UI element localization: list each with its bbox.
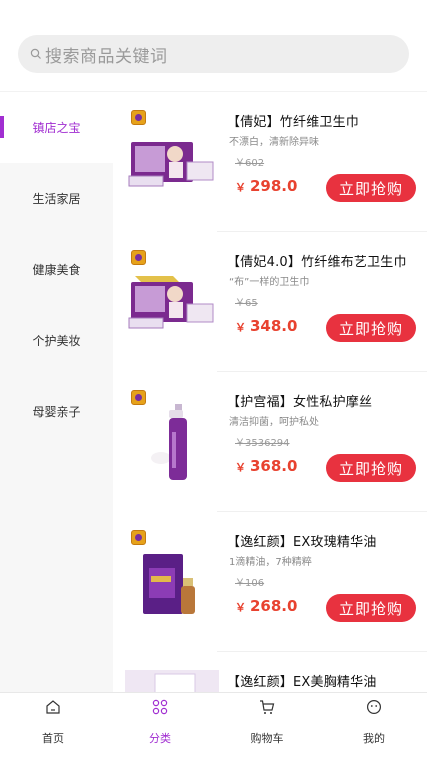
home-icon: [45, 699, 61, 717]
product-image[interactable]: [127, 272, 217, 336]
brand-badge-icon: [131, 530, 146, 545]
product-card[interactable]: 【逸红颜】EX玫瑰精华油 1滴精油，7种精粹 ￥106 ￥ 268.0 立即抢购: [113, 512, 427, 652]
price-value: 348.0: [250, 317, 298, 335]
brand-badge-icon: [131, 110, 146, 125]
tab-category[interactable]: 分类: [107, 693, 213, 760]
currency-symbol: ￥: [235, 181, 246, 194]
product-image[interactable]: [139, 552, 205, 622]
tab-home[interactable]: 首页: [0, 693, 106, 760]
original-price: ￥3536294: [235, 438, 290, 449]
sidebar-item-featured[interactable]: 镇店之宝: [0, 92, 113, 163]
product-list: 【倩妃】竹纤维卫生巾 不漂白，清新除异味 ￥602 ￥ 298.0 立即抢购 【倩…: [113, 92, 427, 692]
product-subtitle: “布”一样的卫生巾: [229, 277, 310, 288]
product-subtitle: 1滴精油，7种精粹: [229, 557, 312, 568]
sidebar-item-home-living[interactable]: 生活家居: [0, 163, 113, 234]
tab-label: 分类: [149, 732, 171, 745]
search-header: 搜索商品关键词: [0, 0, 427, 92]
profile-icon: [366, 699, 382, 717]
price-value: 368.0: [250, 457, 298, 475]
sale-price: ￥ 298.0: [235, 177, 297, 195]
category-icon: [152, 699, 168, 717]
currency-symbol: ￥: [235, 601, 246, 614]
tab-label: 购物车: [250, 732, 284, 745]
product-title: 【逸红颜】EX美胸精华油: [227, 675, 377, 690]
product-card[interactable]: 【倩妃】竹纤维卫生巾 不漂白，清新除异味 ￥602 ￥ 298.0 立即抢购: [113, 92, 427, 232]
original-price: ￥106: [235, 578, 265, 589]
sidebar-item-label: 镇店之宝: [32, 121, 81, 135]
currency-symbol: ￥: [235, 321, 246, 334]
bottom-tab-bar: 首页 分类 购物车 我的: [0, 692, 427, 760]
sidebar-item-label: 健康美食: [32, 263, 81, 277]
brand-badge-icon: [131, 390, 146, 405]
sale-price: ￥ 348.0: [235, 317, 297, 335]
sale-price: ￥ 368.0: [235, 457, 297, 475]
tab-profile[interactable]: 我的: [321, 693, 427, 760]
original-price: ￥65: [235, 298, 258, 309]
tab-label: 首页: [42, 732, 64, 745]
tab-label: 我的: [363, 732, 385, 745]
price-value: 268.0: [250, 597, 298, 615]
sidebar-item-label: 母婴亲子: [32, 405, 81, 419]
search-input[interactable]: 搜索商品关键词: [18, 35, 409, 73]
search-icon: [30, 48, 42, 60]
sale-price: ￥ 268.0: [235, 597, 297, 615]
product-title: 【倩妃4.0】竹纤维布艺卫生巾: [227, 255, 407, 270]
sidebar-item-label: 个护美妆: [32, 334, 81, 348]
product-card[interactable]: 【逸红颜】EX美胸精华油: [113, 652, 427, 692]
category-sidebar: 镇店之宝 生活家居 健康美食 个护美妆 母婴亲子: [0, 92, 113, 692]
product-image[interactable]: [127, 132, 217, 196]
cart-icon: [259, 699, 275, 717]
buy-now-button[interactable]: 立即抢购: [326, 174, 416, 202]
sidebar-item-label: 生活家居: [32, 192, 81, 206]
search-placeholder: 搜索商品关键词: [45, 46, 168, 67]
product-card[interactable]: 【护宫福】女性私护摩丝 清洁抑菌，呵护私处 ￥3536294 ￥ 368.0 立即…: [113, 372, 427, 512]
tab-cart[interactable]: 购物车: [214, 693, 320, 760]
product-subtitle: 不漂白，清新除异味: [229, 137, 319, 148]
buy-now-button[interactable]: 立即抢购: [326, 454, 416, 482]
product-card[interactable]: 【倩妃4.0】竹纤维布艺卫生巾 “布”一样的卫生巾 ￥65 ￥ 348.0 立即抢…: [113, 232, 427, 372]
product-image[interactable]: [149, 402, 199, 488]
sidebar-item-personal-care[interactable]: 个护美妆: [0, 305, 113, 376]
product-title: 【倩妃】竹纤维卫生巾: [227, 115, 360, 130]
sidebar-item-mother-baby[interactable]: 母婴亲子: [0, 376, 113, 447]
brand-badge-icon: [131, 250, 146, 265]
currency-symbol: ￥: [235, 461, 246, 474]
product-title: 【护宫福】女性私护摩丝: [227, 395, 373, 410]
price-value: 298.0: [250, 177, 298, 195]
product-image[interactable]: [125, 670, 219, 692]
buy-now-button[interactable]: 立即抢购: [326, 314, 416, 342]
sidebar-item-health-food[interactable]: 健康美食: [0, 234, 113, 305]
product-title: 【逸红颜】EX玫瑰精华油: [227, 535, 377, 550]
product-subtitle: 清洁抑菌，呵护私处: [229, 417, 319, 428]
active-indicator: [0, 116, 4, 138]
buy-now-button[interactable]: 立即抢购: [326, 594, 416, 622]
original-price: ￥602: [235, 158, 265, 169]
